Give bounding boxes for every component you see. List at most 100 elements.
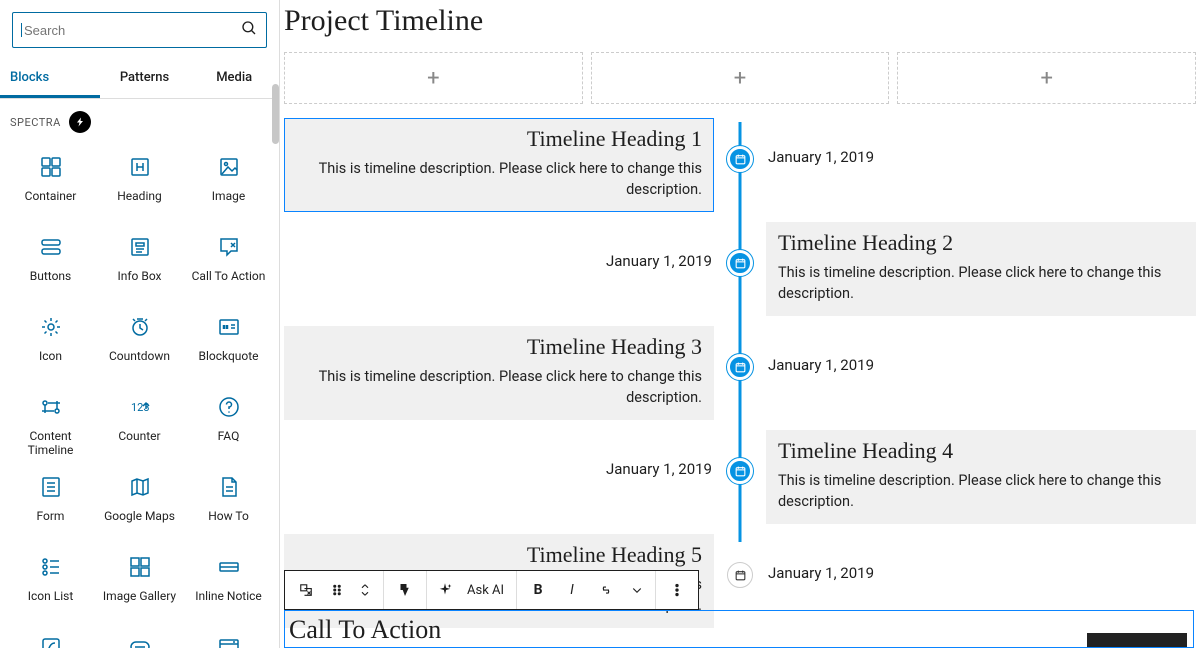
category-label: SPECTRA — [10, 116, 61, 129]
block-countdown[interactable]: Countdown — [95, 307, 184, 381]
gallery-icon — [128, 555, 152, 579]
block-buttons[interactable]: Buttons — [6, 227, 95, 301]
modal-icon — [217, 635, 241, 648]
counter-icon: 123 — [128, 395, 152, 419]
plus-icon: + — [734, 66, 746, 91]
block-modal[interactable]: Modal — [184, 627, 273, 648]
block-search[interactable] — [12, 12, 267, 48]
block-lottie[interactable]: Lottie — [6, 627, 95, 648]
block-cta[interactable]: Call To Action — [184, 227, 273, 301]
page-title[interactable]: Project Timeline — [280, 0, 1200, 52]
block-image[interactable]: Image — [184, 147, 273, 221]
copy-style-button[interactable] — [388, 572, 422, 608]
timeline-card[interactable]: Timeline Heading 3 This is timeline descr… — [284, 326, 714, 420]
block-type-button[interactable] — [289, 572, 323, 608]
block-marketing[interactable]: Marketing — [95, 627, 184, 648]
blockquote-icon — [217, 315, 241, 339]
faq-icon — [217, 395, 241, 419]
marketing-icon — [128, 635, 152, 648]
timeline-desc[interactable]: This is timeline description. Please cli… — [778, 262, 1184, 304]
italic-button[interactable]: I — [555, 572, 589, 608]
calendar-icon — [727, 458, 753, 484]
more-rich-text[interactable] — [623, 572, 651, 608]
timeline-icon — [39, 395, 63, 419]
calendar-icon — [727, 354, 753, 380]
columns-placeholder: + + + — [280, 52, 1200, 118]
tab-patterns[interactable]: Patterns — [100, 60, 190, 98]
timeline-heading[interactable]: Timeline Heading 3 — [296, 334, 702, 360]
bold-button[interactable]: B — [521, 572, 555, 608]
plus-icon: + — [427, 66, 439, 91]
block-faq[interactable]: FAQ — [184, 387, 273, 461]
cta-button[interactable] — [1087, 633, 1187, 647]
block-icon[interactable]: Icon — [6, 307, 95, 381]
timeline-card[interactable]: Timeline Heading 1 This is timeline descr… — [284, 118, 714, 212]
block-gallery[interactable]: Image Gallery — [95, 547, 184, 621]
block-form[interactable]: Form — [6, 467, 95, 541]
search-input[interactable] — [24, 23, 240, 38]
block-maps[interactable]: Google Maps — [95, 467, 184, 541]
block-heading[interactable]: Heading — [95, 147, 184, 221]
timeline-heading[interactable]: Timeline Heading 1 — [296, 126, 702, 152]
block-counter[interactable]: 123Counter — [95, 387, 184, 461]
ai-sparkle-icon[interactable] — [431, 572, 459, 608]
spectra-logo-icon — [69, 111, 91, 133]
calendar-icon — [727, 250, 753, 276]
timeline-desc[interactable]: This is timeline description. Please cli… — [778, 470, 1184, 512]
inserter-tabs: Blocks Patterns Media — [0, 60, 279, 99]
infobox-icon — [128, 235, 152, 259]
timeline-date[interactable]: January 1, 2019 — [768, 564, 874, 582]
cta-title[interactable]: Call To Action — [289, 615, 441, 645]
form-icon — [39, 475, 63, 499]
maps-icon — [128, 475, 152, 499]
tab-blocks[interactable]: Blocks — [0, 60, 100, 98]
iconlist-icon — [39, 555, 63, 579]
timeline-desc[interactable]: This is timeline description. Please cli… — [296, 366, 702, 408]
scrollbar-thumb[interactable] — [272, 84, 279, 144]
timeline-card[interactable]: Timeline Heading 4 This is timeline descr… — [766, 430, 1196, 524]
timeline-date[interactable]: January 1, 2019 — [606, 460, 712, 478]
timeline-item-1[interactable]: Timeline Heading 1 This is timeline descr… — [284, 118, 1196, 212]
timeline-item-2[interactable]: Timeline Heading 2 This is timeline descr… — [284, 222, 1196, 316]
column-add-3[interactable]: + — [897, 52, 1196, 104]
column-add-2[interactable]: + — [591, 52, 890, 104]
ask-ai-button[interactable]: Ask AI — [459, 583, 512, 598]
countdown-icon — [128, 315, 152, 339]
howto-icon — [217, 475, 241, 499]
block-infobox[interactable]: Info Box — [95, 227, 184, 301]
timeline-date[interactable]: January 1, 2019 — [768, 356, 874, 374]
category-header: SPECTRA — [0, 99, 279, 141]
image-icon — [217, 155, 241, 179]
block-howto[interactable]: How To — [184, 467, 273, 541]
timeline-heading[interactable]: Timeline Heading 2 — [778, 230, 1184, 256]
options-button[interactable] — [660, 572, 694, 608]
link-button[interactable] — [589, 572, 623, 608]
container-icon — [39, 155, 63, 179]
block-container[interactable]: Container — [6, 147, 95, 221]
content-timeline-block[interactable]: Timeline Heading 1 This is timeline descr… — [280, 118, 1200, 628]
column-add-1[interactable]: + — [284, 52, 583, 104]
block-inserter-panel: Blocks Patterns Media SPECTRA ContainerH… — [0, 0, 280, 648]
move-up-down[interactable] — [351, 572, 379, 608]
block-blockquote[interactable]: Blockquote — [184, 307, 273, 381]
timeline-card[interactable]: Timeline Heading 2 This is timeline descr… — [766, 222, 1196, 316]
timeline-heading[interactable]: Timeline Heading 4 — [778, 438, 1184, 464]
timeline-desc[interactable]: This is timeline description. Please cli… — [296, 158, 702, 200]
cta-block[interactable]: Call To Action — [284, 610, 1194, 648]
calendar-icon — [727, 146, 753, 172]
drag-handle[interactable] — [323, 572, 351, 608]
buttons-icon — [39, 235, 63, 259]
editor-canvas: Project Timeline + + + Timeline Heading … — [280, 0, 1200, 648]
timeline-item-3[interactable]: Timeline Heading 3 This is timeline descr… — [284, 326, 1196, 420]
tab-media[interactable]: Media — [189, 60, 279, 98]
block-iconlist[interactable]: Icon List — [6, 547, 95, 621]
timeline-date[interactable]: January 1, 2019 — [768, 148, 874, 166]
timeline-heading[interactable]: Timeline Heading 5 — [296, 542, 702, 568]
timeline-item-4[interactable]: Timeline Heading 4 This is timeline descr… — [284, 430, 1196, 524]
calendar-icon — [727, 562, 753, 588]
icon-icon — [39, 315, 63, 339]
timeline-date[interactable]: January 1, 2019 — [606, 252, 712, 270]
lottie-icon — [39, 635, 63, 648]
block-timeline[interactable]: Content Timeline — [6, 387, 95, 461]
block-notice[interactable]: Inline Notice — [184, 547, 273, 621]
